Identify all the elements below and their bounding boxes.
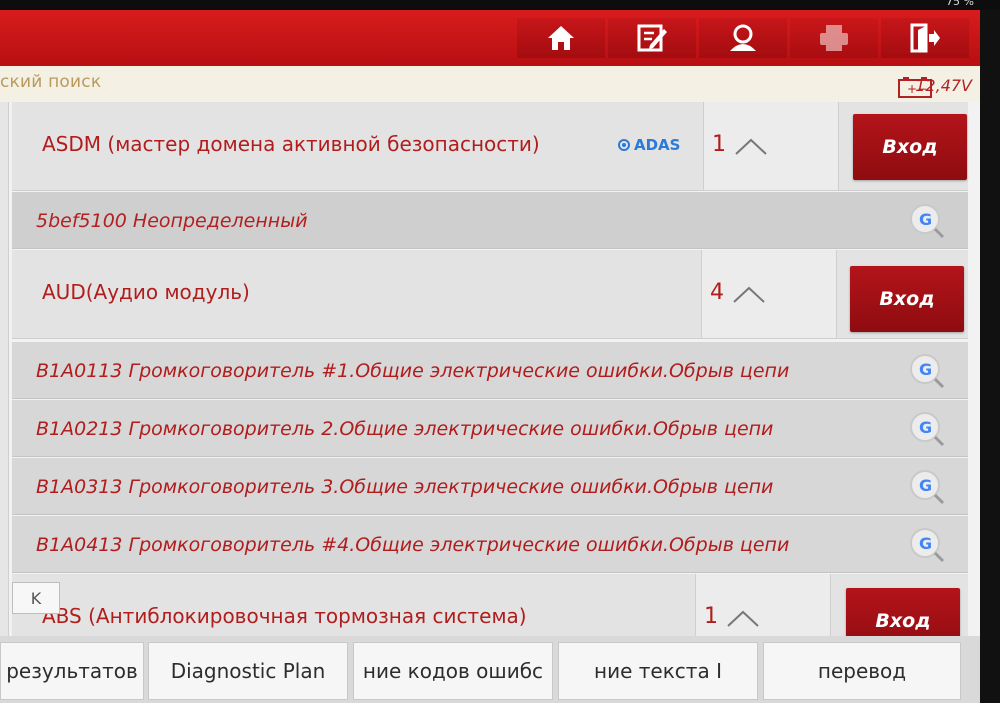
collapse-panel-button[interactable]: K [12, 582, 60, 614]
module-name: ASDM (мастер домена активной безопасност… [42, 132, 540, 156]
module-row-asdm[interactable]: ASDM (мастер домена активной безопасност… [12, 102, 968, 191]
module-list[interactable]: ASDM (мастер домена активной безопасност… [0, 102, 980, 636]
fault-code-text: B1A0113 Громкоговоритель #1.Общие электр… [36, 360, 790, 382]
battery-voltage: 12,47V [915, 76, 972, 95]
user-icon [730, 24, 756, 51]
module-name: AUD(Аудио модуль) [42, 280, 250, 304]
adas-badge: ADAS [618, 136, 680, 154]
bottom-action-bar: результатов Diagnostic Plan ние кодов ош… [0, 636, 980, 703]
fault-code-text: B1A0213 Громкоговоритель 2.Общие электри… [36, 418, 774, 440]
fault-codes-button[interactable]: ние кодов ошибс [353, 642, 553, 700]
svg-text:G: G [919, 210, 932, 229]
text-button[interactable]: ние текста I [558, 642, 758, 700]
fault-code-text: B1A0313 Громкоговоритель 3.Общие электри… [36, 476, 774, 498]
print-button[interactable] [790, 18, 878, 58]
fault-count: 1 [704, 604, 718, 629]
fault-code-row: 5bef5100 Неопределенный G [12, 192, 968, 249]
top-toolbar [0, 10, 980, 66]
fault-count-toggle[interactable]: 4 [701, 250, 837, 338]
user-button[interactable] [699, 18, 787, 58]
exit-button[interactable] [881, 18, 969, 58]
target-icon [618, 139, 630, 151]
module-row-abs[interactable]: ABS (Антиблокировочная тормозная система… [12, 574, 968, 636]
fault-count-toggle[interactable]: 1 [695, 574, 831, 636]
translate-button[interactable]: перевод [763, 642, 961, 700]
diagnostic-plan-button[interactable]: Diagnostic Plan [148, 642, 348, 700]
chevron-up-icon [727, 610, 759, 627]
svg-text:G: G [919, 418, 932, 437]
adas-badge-label: ADAS [634, 136, 681, 154]
edit-report-icon [637, 24, 667, 52]
svg-text:G: G [919, 476, 932, 495]
printer-icon [820, 25, 848, 51]
module-name: ABS (Антиблокировочная тормозная система… [42, 604, 527, 628]
fault-code-row: B1A0413 Громкоговоритель #4.Общие электр… [12, 516, 968, 573]
enter-button-abs[interactable]: Вход [846, 588, 960, 636]
fault-code-row: B1A0313 Громкоговоритель 3.Общие электри… [12, 458, 968, 515]
fault-code-row: B1A0213 Громкоговоритель 2.Общие электри… [12, 400, 968, 457]
enter-button-aud[interactable]: Вход [850, 266, 964, 332]
google-search-icon[interactable]: G [908, 202, 946, 240]
fault-code-text: B1A0413 Громкоговоритель #4.Общие электр… [36, 534, 790, 556]
report-button[interactable] [608, 18, 696, 58]
fault-count: 4 [710, 280, 724, 305]
google-search-icon[interactable]: G [908, 526, 946, 564]
chevron-up-icon [733, 286, 765, 303]
battery-percent: 75 % [946, 0, 974, 8]
screen-bezel [980, 10, 1000, 703]
module-row-aud[interactable]: AUD(Аудио модуль) 4 Вход [12, 250, 968, 339]
status-bar: 75 % [0, 0, 1000, 10]
svg-text:G: G [919, 360, 932, 379]
search-mode-label: ский поиск [0, 72, 102, 92]
fault-count-toggle[interactable]: 1 [703, 102, 839, 190]
fault-code-row: B1A0113 Громкоговоритель #1.Общие электр… [12, 342, 968, 399]
fault-count: 1 [712, 132, 726, 157]
enter-button-asdm[interactable]: Вход [853, 114, 967, 180]
subheader-bar: ский поиск + − 12,47V [0, 66, 980, 102]
side-panel-edge [0, 102, 9, 636]
google-search-icon[interactable]: G [908, 352, 946, 390]
svg-text:G: G [919, 534, 932, 553]
google-search-icon[interactable]: G [908, 410, 946, 448]
exit-icon [910, 23, 940, 53]
home-icon [548, 26, 574, 50]
fault-code-text: 5bef5100 Неопределенный [36, 210, 308, 232]
google-search-icon[interactable]: G [908, 468, 946, 506]
results-button[interactable]: результатов [0, 642, 144, 700]
chevron-up-icon [735, 138, 767, 155]
home-button[interactable] [517, 18, 605, 58]
